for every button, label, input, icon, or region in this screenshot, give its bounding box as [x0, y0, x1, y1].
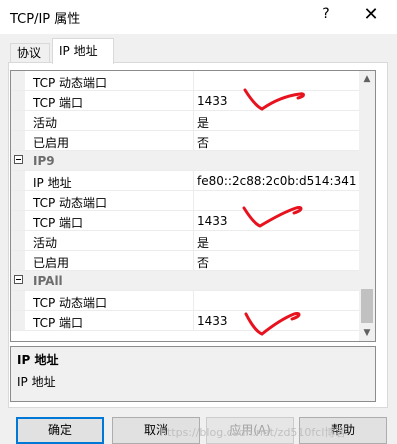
property-row[interactable]: TCP 端口 1433: [11, 211, 360, 231]
property-value[interactable]: 是: [197, 234, 357, 251]
row-margin: [11, 71, 25, 90]
property-name: 活动: [33, 116, 58, 130]
property-value[interactable]: fe80::2c88:2c0b:d514:341%16: [197, 174, 357, 188]
property-value[interactable]: 否: [197, 254, 357, 271]
property-value[interactable]: 是: [197, 114, 357, 131]
property-row[interactable]: IP 地址 fe80::2c88:2c0b:d514:341%16: [11, 171, 360, 191]
watermark: https://blog.csdn.net/zd510fcl博客: [160, 426, 347, 439]
tab-ip-address[interactable]: IP 地址: [52, 38, 114, 64]
row-margin: [11, 311, 25, 330]
property-row[interactable]: TCP 动态端口: [11, 291, 360, 311]
property-value[interactable]: 1433: [197, 94, 357, 108]
property-name: IP 地址: [33, 176, 72, 190]
category-label: IPAll: [33, 274, 63, 288]
property-name: TCP 动态端口: [33, 296, 108, 310]
column-divider: [193, 231, 194, 250]
property-row[interactable]: 已启用 否: [11, 251, 360, 271]
property-name: 已启用: [33, 136, 70, 150]
property-rows: TCP 动态端口 TCP 端口 1433 活动是已启用否 IP9 IP 地址 fe80::2…: [11, 71, 360, 331]
column-divider: [193, 191, 194, 210]
scroll-up-icon[interactable]: ▲: [359, 71, 375, 87]
row-margin: [11, 291, 25, 310]
row-margin: [11, 191, 25, 210]
column-divider: [193, 91, 194, 110]
description-text: IP 地址: [17, 375, 56, 389]
property-value[interactable]: 否: [197, 134, 357, 151]
column-divider: [193, 291, 194, 310]
category-label: IP9: [33, 154, 55, 168]
window-title: TCP/IP 属性: [10, 12, 81, 27]
vertical-scrollbar[interactable]: ▲ ▼: [359, 71, 375, 341]
description-title: IP 地址: [17, 353, 59, 367]
row-margin: [11, 111, 25, 130]
column-divider: [193, 131, 194, 150]
property-row[interactable]: TCP 动态端口: [11, 71, 360, 91]
row-margin: [11, 211, 25, 230]
row-margin: [11, 91, 25, 110]
close-icon[interactable]: ✕: [356, 4, 386, 25]
column-divider: [193, 211, 194, 230]
column-divider: [193, 311, 194, 330]
tab-protocol[interactable]: 协议: [10, 43, 50, 63]
category-row[interactable]: IP9: [11, 151, 360, 171]
property-row[interactable]: TCP 端口 1433: [11, 91, 360, 111]
property-row[interactable]: 已启用 否: [11, 131, 360, 151]
property-name: TCP 动态端口: [33, 196, 108, 210]
column-divider: [193, 111, 194, 130]
category-row[interactable]: IPAll: [11, 271, 360, 291]
property-name: 活动: [33, 236, 58, 250]
property-row[interactable]: TCP 端口 1433: [11, 311, 360, 331]
column-divider: [193, 171, 194, 190]
scroll-down-icon[interactable]: ▼: [359, 325, 375, 341]
tab-strip: 协议 IP 地址: [10, 38, 390, 64]
title-bar: TCP/IP 属性 ? ✕: [0, 0, 397, 34]
description-pane: IP 地址 IP 地址: [10, 346, 376, 402]
property-name: TCP 端口: [33, 96, 84, 110]
collapse-icon[interactable]: [14, 275, 23, 284]
property-value[interactable]: 1433: [197, 214, 357, 228]
property-row[interactable]: TCP 动态端口: [11, 191, 360, 211]
property-name: TCP 端口: [33, 216, 84, 230]
row-margin: [11, 131, 25, 150]
row-margin: [11, 231, 25, 250]
property-name: 已启用: [33, 256, 70, 270]
collapse-icon[interactable]: [14, 155, 23, 164]
property-name: TCP 动态端口: [33, 76, 108, 90]
property-value[interactable]: 1433: [197, 314, 357, 328]
ok-button[interactable]: 确定: [16, 417, 104, 444]
property-row[interactable]: 活动 是: [11, 231, 360, 251]
help-icon[interactable]: ?: [316, 6, 336, 22]
row-margin: [11, 251, 25, 270]
scroll-thumb[interactable]: [361, 289, 373, 323]
column-divider: [193, 251, 194, 270]
property-grid[interactable]: TCP 动态端口 TCP 端口 1433 活动是已启用否 IP9 IP 地址 fe80::2…: [10, 70, 376, 342]
property-row[interactable]: 活动 是: [11, 111, 360, 131]
row-margin: [11, 171, 25, 190]
property-name: TCP 端口: [33, 316, 84, 330]
column-divider: [193, 71, 194, 90]
